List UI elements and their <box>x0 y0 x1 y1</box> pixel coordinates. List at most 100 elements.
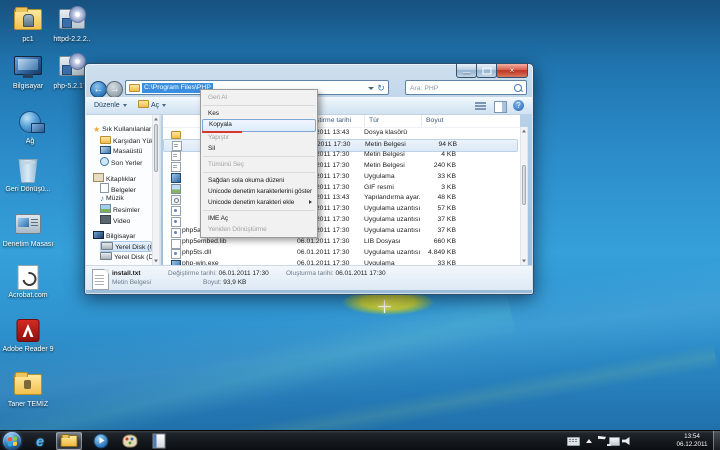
desktop-icon-taner-temi-z[interactable]: Taner TEMİZ <box>6 373 50 419</box>
start-button[interactable] <box>3 432 21 450</box>
desktop-icon-bilgisayar[interactable]: Bilgisayar <box>6 55 50 101</box>
desktop-icon-geri-d-n[interactable]: Geri Dönüşü... <box>6 158 50 204</box>
cell-date: 06.01.2011 17:30 <box>297 237 361 248</box>
sidebar-item-kar-dan-y-klem[interactable]: Karşıdan Yüklem <box>100 136 152 147</box>
column-header-boyut[interactable]: Boyut <box>421 115 443 127</box>
menu-separator <box>203 172 315 173</box>
wallpaper-sparkle <box>378 300 391 313</box>
help-icon[interactable]: ? <box>513 100 524 111</box>
views-button[interactable] <box>475 101 487 111</box>
sidebar-item-s-k-kullan-lanlar[interactable]: ★Sık Kullanılanlar <box>90 125 152 136</box>
network-icon[interactable] <box>609 437 620 446</box>
action-center-flag-icon[interactable] <box>598 436 606 442</box>
menu-item-sil[interactable]: Sil <box>201 143 317 154</box>
preview-pane-button[interactable] <box>494 101 507 113</box>
acrobat-icon <box>18 265 39 290</box>
file-row-php5ts-dll[interactable]: php5ts.dll06.01.2011 17:30Uygulama uzant… <box>163 248 518 259</box>
scrollbar-thumb[interactable] <box>154 124 158 172</box>
submenu-arrow-icon <box>309 200 312 204</box>
scroll-down-arrow[interactable] <box>521 257 527 265</box>
menu-separator <box>203 156 315 157</box>
sidebar-item-video[interactable]: Video <box>100 215 152 226</box>
menu-item-kes[interactable]: Kes <box>201 108 317 119</box>
sidebar-item-son-yerler[interactable]: Son Yerler <box>100 157 152 168</box>
menu-item-unicode-denetim-karakterlerini-g-ster[interactable]: Unicode denetim karakterlerini göster <box>201 186 317 197</box>
locked-folder-icon <box>14 374 42 395</box>
cell-size: 57 KB <box>403 204 456 215</box>
scroll-up-arrow[interactable] <box>521 127 527 135</box>
taskbar-button-internet-explorer[interactable]: e <box>27 432 53 450</box>
sidebar-item-masa-st[interactable]: Masaüstü <box>100 146 152 157</box>
scroll-up-arrow[interactable] <box>153 115 159 123</box>
forward-button[interactable]: → <box>106 81 123 98</box>
show-hidden-icons-icon[interactable] <box>586 439 592 443</box>
network-icon <box>19 111 41 133</box>
sidebar-item-label: Müzik <box>106 195 124 202</box>
chevron-down-icon[interactable] <box>368 87 374 90</box>
sidebar-item-kitapl-klar[interactable]: Kitaplıklar <box>90 173 152 184</box>
desktop-icon-label: Acrobat.com <box>2 292 54 300</box>
taskbar-button-paint[interactable] <box>117 432 143 450</box>
maximize-button[interactable] <box>476 64 497 78</box>
recycle-bin-icon <box>19 159 38 183</box>
internet-explorer-icon: e <box>36 434 44 448</box>
desktop-icon-label: Ağ <box>4 138 56 146</box>
search-input[interactable]: Ara: PHP <box>405 80 527 95</box>
file-row-php5embed-lib[interactable]: php5embed.lib06.01.2011 17:30LIB Dosyası… <box>163 237 518 248</box>
close-button[interactable]: × <box>496 64 528 78</box>
document-icon <box>92 269 109 290</box>
cell-size: 48 KB <box>403 193 456 204</box>
menu-item-yeniden-d-n-t-rme: Yeniden Dönüştürme <box>201 224 317 235</box>
menu-item-ime-a[interactable]: IME Aç <box>201 213 317 224</box>
volume-icon[interactable] <box>622 437 632 445</box>
sidebar-item-bilgisayar[interactable]: Bilgisayar <box>90 231 152 242</box>
cell-size: 4.849 KB <box>403 248 456 259</box>
music-icon: ♪ <box>100 194 104 205</box>
cell-size: 240 KB <box>403 161 456 172</box>
desktop-icon <box>100 146 111 154</box>
desktop-icon-label: Adobe Reader 9 <box>2 346 54 354</box>
minimize-button[interactable]: — <box>456 64 477 78</box>
folder-icon <box>138 100 149 108</box>
show-desktop-button[interactable] <box>713 431 720 450</box>
sidebar-item-yerel-disk-c[interactable]: Yerel Disk (C:) <box>100 241 152 252</box>
details-modified: Değiştirme tarihi: 06.01.2011 17:30 <box>168 270 269 277</box>
back-button[interactable]: ← <box>90 81 107 98</box>
taskbar-button-journal[interactable] <box>146 432 172 450</box>
sidebar-item-yerel-disk-d[interactable]: Yerel Disk (D:) <box>100 252 152 263</box>
menu-item-t-m-n-se: Tümünü Seç <box>201 159 317 170</box>
taskbar-button-windows-explorer[interactable] <box>56 432 82 450</box>
doc-icon <box>100 183 109 193</box>
taskbar-clock[interactable]: 13:54 06.12.2011 <box>672 433 712 449</box>
list-scrollbar[interactable] <box>520 127 528 265</box>
taskbar-button-media-player[interactable] <box>88 432 114 450</box>
nav-scrollbar[interactable] <box>152 115 160 265</box>
computer-icon <box>93 231 104 239</box>
desktop: pc1httpd-2.2.2..Bilgisayarphp-5.2.17..Ağ… <box>0 0 720 450</box>
sidebar-item-label: Kitaplıklar <box>106 176 136 183</box>
sidebar-item-m-zik[interactable]: ♪Müzik <box>100 194 152 205</box>
menu-item-sa-dan-sola-okuma-d-zeni[interactable]: Sağdan sola okuma düzeni <box>201 175 317 186</box>
refresh-icon[interactable]: ↻ <box>375 82 387 94</box>
organize-button[interactable]: Düzenle <box>90 100 131 112</box>
context-menu: Geri AlKesKopyalaYapıştırSilTümünü SeçSa… <box>200 89 318 238</box>
desktop-icon-denetim-masas[interactable]: Denetim Masası <box>6 213 50 259</box>
sidebar-item-resimler[interactable]: Resimler <box>100 204 152 215</box>
details-created: Oluşturma tarihi: 06.01.2011 17:30 <box>286 270 386 277</box>
details-pane: install.txt Metin Belgesi Değiştirme tar… <box>86 265 532 290</box>
keyboard-icon[interactable] <box>567 437 580 446</box>
menu-item-unicode-denetim-karakteri-ekle[interactable]: Unicode denetim karakteri ekle <box>201 197 317 208</box>
desktop-icon-label: Denetim Masası <box>2 241 54 249</box>
sidebar-item-belgeler[interactable]: Belgeler <box>100 183 152 194</box>
desktop-icon-httpd-2-2-2[interactable]: httpd-2.2.2.. <box>50 8 94 54</box>
scrollbar-thumb[interactable] <box>522 165 526 205</box>
open-button[interactable]: Aç <box>134 100 170 112</box>
desktop-icon-acrobat-com[interactable]: Acrobat.com <box>6 264 50 310</box>
menu-item-yap-t-r: Yapıştır <box>201 132 317 143</box>
desktop-icon-a[interactable]: Ağ <box>8 110 52 156</box>
column-header-t-r[interactable]: Tür <box>364 115 379 127</box>
scroll-down-arrow[interactable] <box>153 257 159 265</box>
desktop-icon-adobe-reader-9[interactable]: Adobe Reader 9 <box>6 318 50 364</box>
desktop-icon-pc1[interactable]: pc1 <box>6 8 50 54</box>
folder-icon <box>129 84 140 92</box>
